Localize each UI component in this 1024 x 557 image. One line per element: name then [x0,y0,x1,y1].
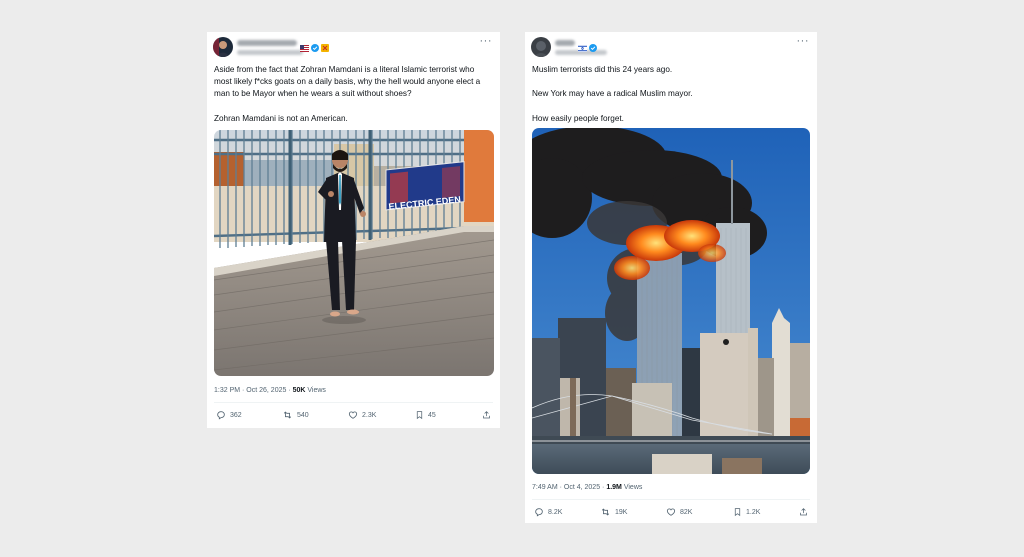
bookmark-count: 45 [428,411,436,419]
tweet-text: Aside from the fact that Zohran Mamdani … [214,65,481,123]
like-icon [666,508,676,516]
reply-icon [217,411,225,420]
author-name-redacted[interactable] [237,40,297,46]
tweet-text: Muslim terrorists did this 24 years ago.… [532,65,693,123]
verified-badge-icon [311,39,319,57]
action-bar: 8.2K 19K 82K 1.2K [532,507,810,519]
bookmark-icon [416,411,423,420]
share-button[interactable] [799,507,808,517]
bookmark-button[interactable]: 1.2K [733,507,760,517]
views-count: 50K [292,387,306,394]
like-count: 2.3K [362,411,377,419]
repost-button[interactable]: 540 [282,410,309,420]
timestamp[interactable]: 7:49 AM · Oct 4, 2025 · [532,484,606,491]
verified-badge-icon [589,39,597,57]
author-name-redacted[interactable] [555,40,575,46]
tweet-header: ··· [531,35,810,59]
tweet-image[interactable]: ELECTRIC EDEN [214,130,494,376]
avatar[interactable] [213,37,233,57]
views-label: Views [621,484,643,491]
repost-icon [601,508,610,516]
bookmark-button[interactable]: 45 [415,410,436,420]
tweet-meta: 1:32 PM · Oct 26, 2025 · 50K Views [214,387,326,394]
reply-icon [535,508,543,517]
tweet-header: ··· [213,35,493,59]
bookmark-icon [734,508,741,517]
author-handle-redacted[interactable] [237,50,303,55]
divider [214,402,493,403]
tweet-meta: 7:49 AM · Oct 4, 2025 · 1.9M Views [532,484,642,491]
repost-button[interactable]: 19K [600,507,627,517]
more-icon[interactable]: ··· [480,35,493,47]
like-button[interactable]: 82K [666,507,692,517]
repost-icon [283,411,292,419]
share-icon [800,508,807,516]
share-button[interactable] [482,410,491,420]
timestamp[interactable]: 1:32 PM · Oct 26, 2025 · [214,387,293,394]
reply-count: 8.2K [548,508,563,516]
divider [532,499,810,500]
repost-count: 19K [615,508,628,516]
like-count: 82K [680,508,693,516]
flag-emoji [578,39,587,57]
flag-emoji [300,39,309,57]
avatar[interactable] [531,37,551,57]
like-icon [348,411,358,419]
tweet-image[interactable] [532,128,810,474]
more-icon[interactable]: ··· [797,35,810,47]
reply-button[interactable]: 362 [216,410,242,420]
bookmark-count: 1.2K [746,508,761,516]
share-icon [483,411,490,419]
reply-button[interactable]: 8.2K [534,507,562,517]
action-bar: 362 540 2.3K 45 [214,410,493,422]
views-count: 1.9M [606,484,622,491]
repost-count: 540 [297,411,309,419]
tweet-card-1: ··· Aside from the fact that Zohran Mamd… [207,32,500,428]
tweet-card-2: ··· Muslim terrorists did this 24 years … [525,32,817,523]
emoji-badge [321,39,329,57]
like-button[interactable]: 2.3K [348,410,376,420]
reply-count: 362 [230,411,242,419]
views-label: Views [305,387,326,394]
